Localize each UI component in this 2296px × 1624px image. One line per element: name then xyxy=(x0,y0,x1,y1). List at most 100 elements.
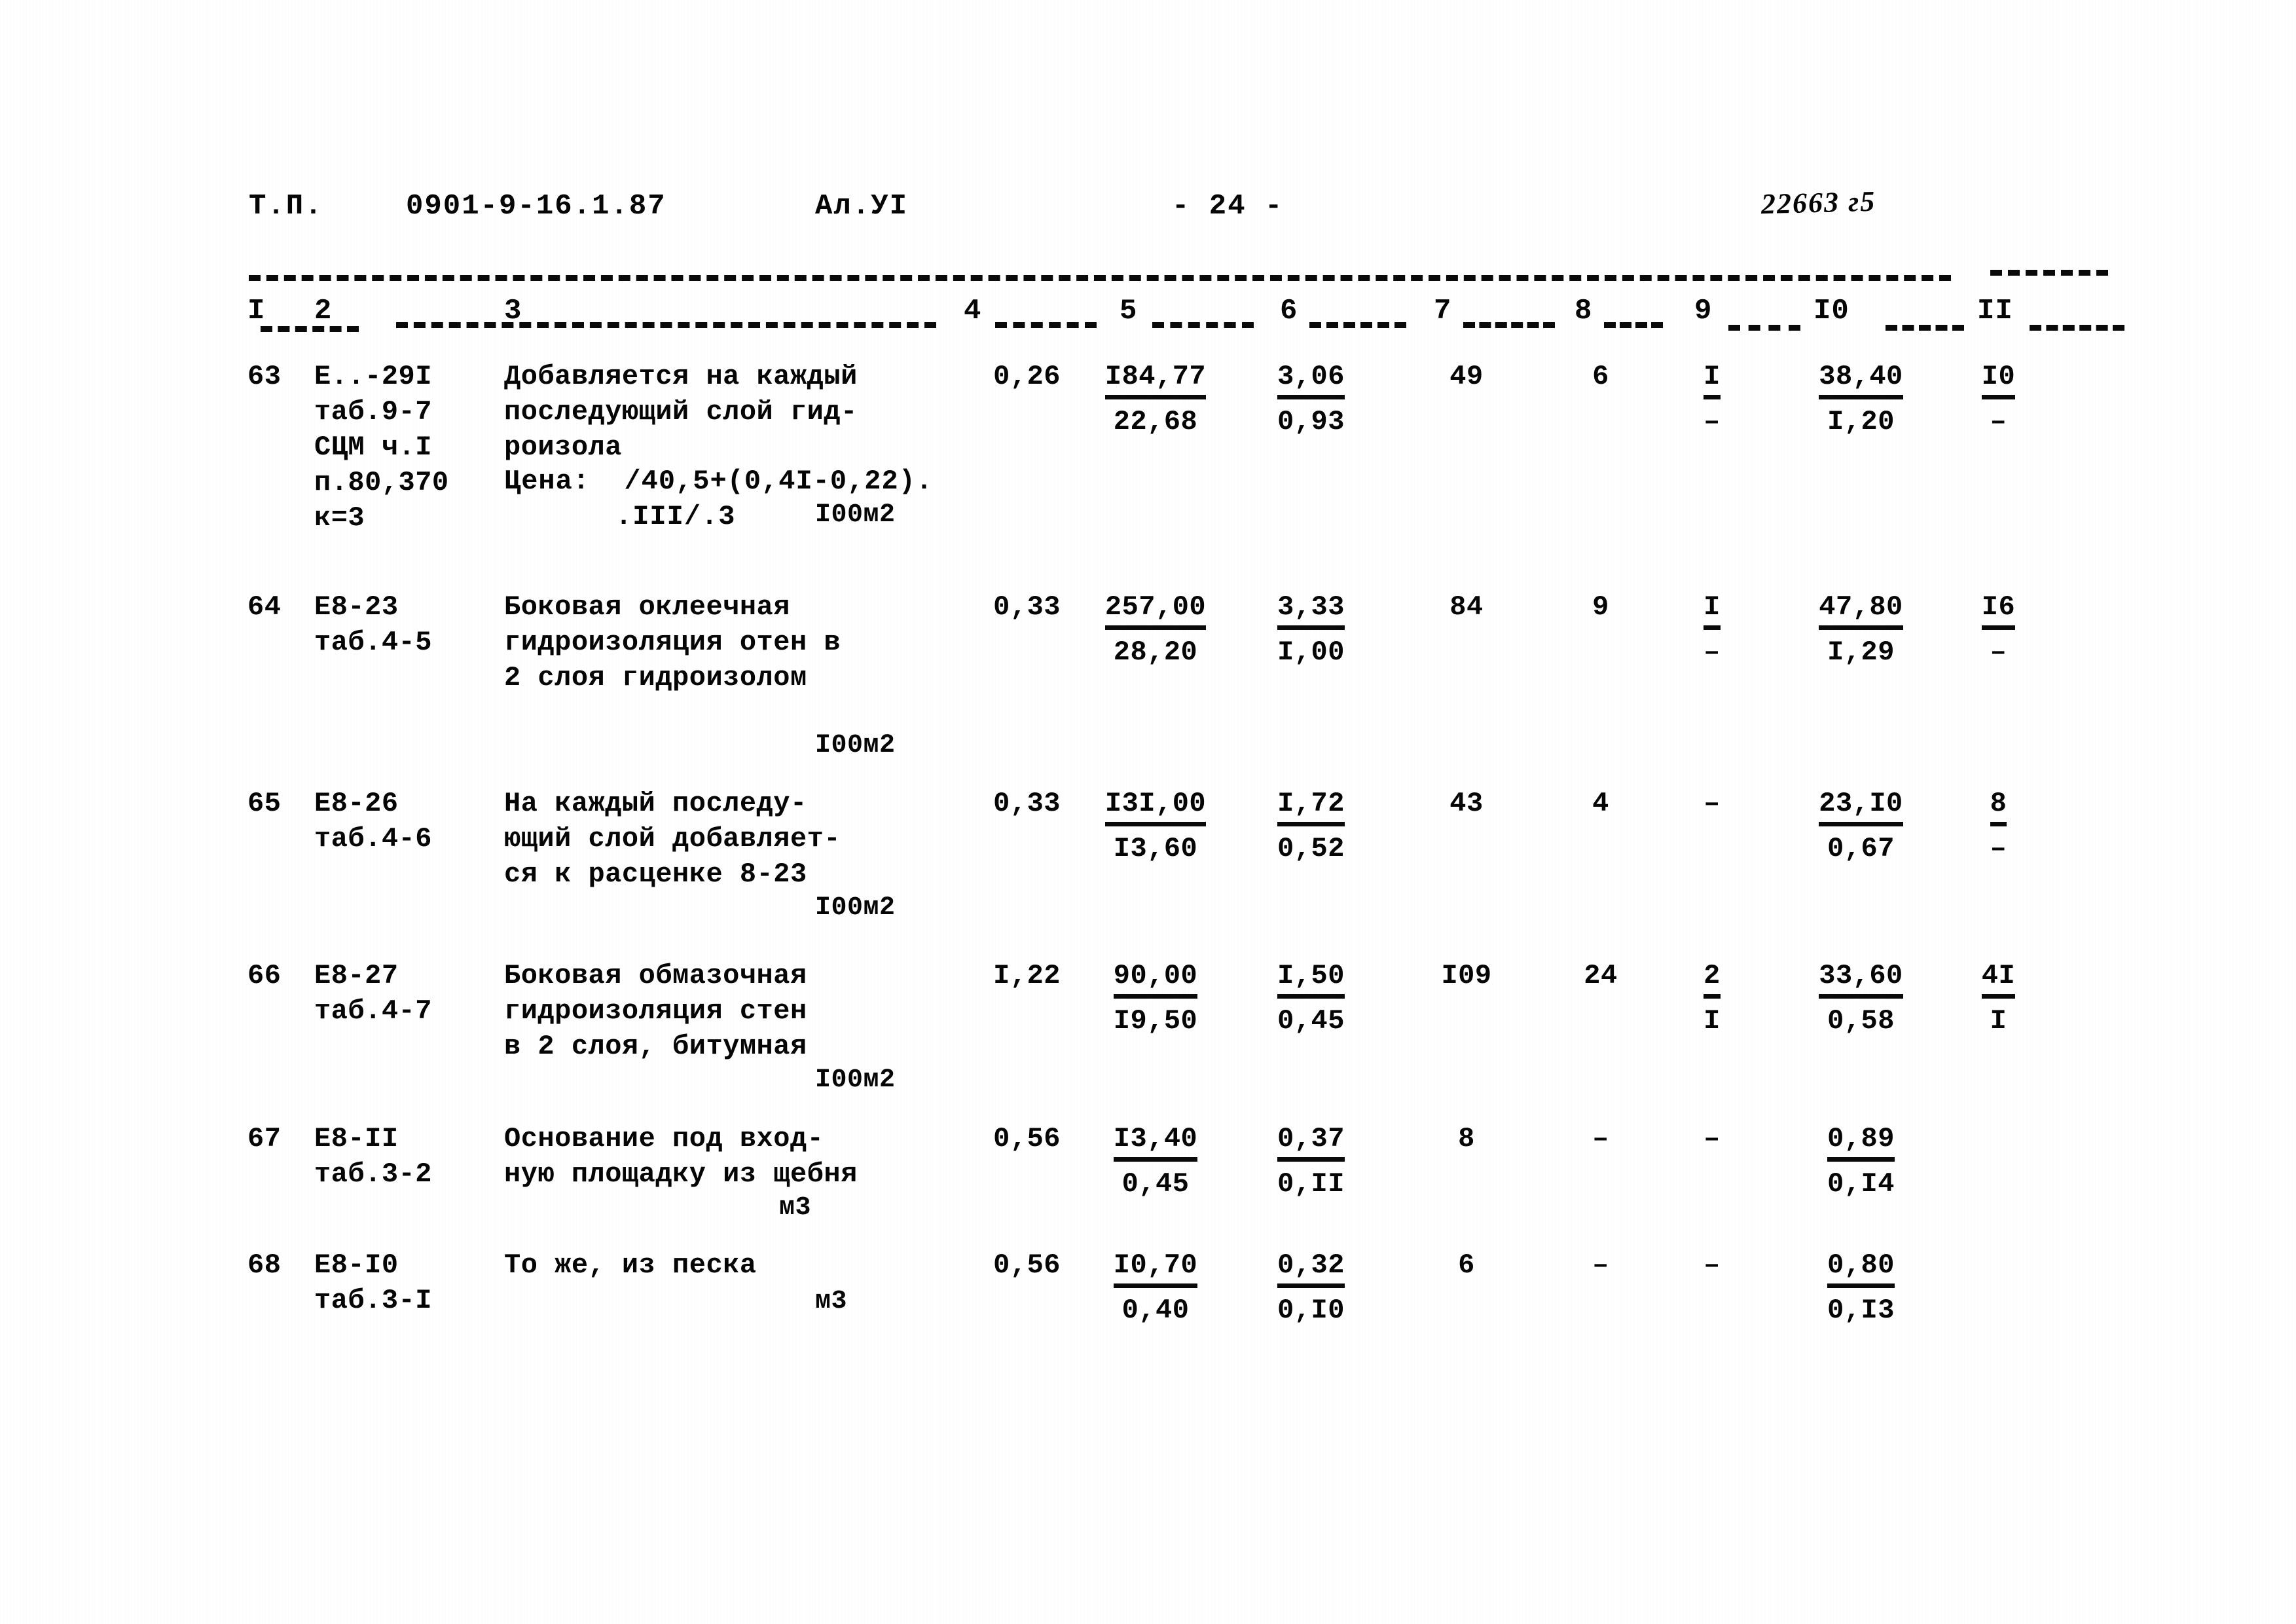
column-number-9: 9 xyxy=(1694,295,1713,327)
header-rule-segment xyxy=(995,322,1097,328)
row-col11 xyxy=(1964,1247,2033,1287)
column-number-2: 2 xyxy=(314,295,333,327)
table-top-rule-tail xyxy=(1990,270,2108,276)
row-col10: 33,60 0,58 xyxy=(1794,958,1928,1039)
row-description: Основание под вход- ную площадку из щебн… xyxy=(504,1123,858,1190)
row-col8: 24 xyxy=(1584,960,1618,991)
row-col8: 6 xyxy=(1592,361,1609,392)
row-description: Добавляется на каждый последующий слой г… xyxy=(504,361,858,463)
column-number-3: 3 xyxy=(504,295,522,327)
row-description: То же, из песка xyxy=(504,1249,757,1281)
row-unit: м3 xyxy=(779,1193,812,1223)
column-number-1: I xyxy=(247,295,266,327)
row-col7: I09 xyxy=(1441,960,1492,991)
row-col10: 23,I0 0,67 xyxy=(1794,786,1928,866)
row-col6: 0,32 0,I0 xyxy=(1254,1247,1368,1328)
row-col8: 4 xyxy=(1592,788,1609,819)
column-number-11: II xyxy=(1977,295,2013,327)
row-index: 64 xyxy=(247,591,282,623)
row-index: 63 xyxy=(247,361,282,392)
row-col5: I84,77 22,68 xyxy=(1087,359,1224,439)
row-col6: 0,37 0,II xyxy=(1254,1121,1368,1202)
row-col4: I,22 xyxy=(993,960,1061,991)
column-number-10: I0 xyxy=(1813,295,1850,327)
row-col5: I3,40 0,45 xyxy=(1087,1121,1224,1202)
row-col11: I0– xyxy=(1964,359,2033,439)
row-col5: 257,00 28,20 xyxy=(1087,589,1224,670)
row-col7: 43 xyxy=(1449,788,1484,819)
archive-stamp: 22663 г5 xyxy=(1760,185,1876,221)
row-col9: I – xyxy=(1689,359,1735,439)
row-code: Е8-27 таб.4-7 xyxy=(314,960,432,1027)
document-type-label: Т.П. xyxy=(249,190,323,223)
row-col11: 8– xyxy=(1964,786,2033,866)
row-code: Е8-23 таб.4-5 xyxy=(314,591,432,658)
row-code: Е8-II таб.3-2 xyxy=(314,1123,432,1190)
page-number: - 24 - xyxy=(1172,190,1284,223)
row-col11: 4I I xyxy=(1964,958,2033,1039)
row-col7: 49 xyxy=(1449,361,1484,392)
row-col9: – xyxy=(1704,788,1721,819)
row-unit: м3 xyxy=(815,1287,848,1316)
table-top-rule xyxy=(249,275,1951,281)
row-col11 xyxy=(1964,1121,2033,1161)
page-header: Т.П. 0901-9-16.1.87 Ал.УI - 24 - 22663 г… xyxy=(0,185,2296,236)
column-number-4: 4 xyxy=(964,295,982,327)
column-number-7: 7 xyxy=(1434,295,1452,327)
row-index: 68 xyxy=(247,1249,282,1281)
row-col7: 6 xyxy=(1458,1249,1475,1281)
row-col5: I0,70 0,40 xyxy=(1087,1247,1224,1328)
row-col8: 9 xyxy=(1592,591,1609,623)
row-unit: I00м2 xyxy=(815,731,896,760)
row-col6: I,72 0,52 xyxy=(1254,786,1368,866)
album-label: Ал.УI xyxy=(815,190,909,223)
row-col4: 0,56 xyxy=(993,1249,1061,1281)
row-description: На каждый последу- ющий слой добавляет- … xyxy=(504,788,841,890)
row-col9: 2I xyxy=(1689,958,1735,1039)
header-rule-segment xyxy=(2030,325,2124,331)
row-code: Е..-29I таб.9-7 СЦМ ч.I п.80,370 к=3 xyxy=(314,361,449,534)
header-rule-segment xyxy=(396,322,936,328)
row-unit: I00м2 xyxy=(815,1065,896,1095)
row-col10: 0,80 0,I3 xyxy=(1794,1247,1928,1328)
column-number-8: 8 xyxy=(1575,295,1593,327)
row-col8: – xyxy=(1592,1249,1609,1281)
row-col7: 84 xyxy=(1449,591,1484,623)
row-index: 66 xyxy=(247,960,282,991)
row-col9: – xyxy=(1704,1123,1721,1154)
row-col6: 3,06 0,93 xyxy=(1254,359,1368,439)
row-col9: I – xyxy=(1689,589,1735,670)
row-code: Е8-I0 таб.3-I xyxy=(314,1249,432,1316)
row-col5: I3I,00 I3,60 xyxy=(1087,786,1224,866)
header-rule-segment xyxy=(1463,322,1555,328)
row-col10: 47,80 I,29 xyxy=(1794,589,1928,670)
row-col4: 0,26 xyxy=(993,361,1061,392)
header-rule-segment xyxy=(1604,322,1663,328)
row-description: Боковая оклеечная гидроизоляция отен в 2… xyxy=(504,591,841,693)
header-rule-segment xyxy=(261,326,359,332)
header-rule-segment xyxy=(1152,322,1254,328)
row-col4: 0,33 xyxy=(993,788,1061,819)
row-col6: I,50 0,45 xyxy=(1254,958,1368,1039)
column-number-6: 6 xyxy=(1280,295,1298,327)
header-rule-segment xyxy=(1728,325,1800,331)
row-col9: – xyxy=(1704,1249,1721,1281)
header-rule-segment xyxy=(1886,325,1964,331)
row-col4: 0,33 xyxy=(993,591,1061,623)
row-description: Боковая обмазочная гидроизоляция стен в … xyxy=(504,960,807,1062)
row-col11: I6– xyxy=(1964,589,2033,670)
document-page: Т.П. 0901-9-16.1.87 Ал.УI - 24 - 22663 г… xyxy=(0,0,2296,1624)
row-col6: 3,33 I,00 xyxy=(1254,589,1368,670)
row-col10: 0,89 0,I4 xyxy=(1794,1121,1928,1202)
row-col8: – xyxy=(1592,1123,1609,1154)
row-unit: I00м2 xyxy=(815,893,896,923)
row-col4: 0,56 xyxy=(993,1123,1061,1154)
column-number-5: 5 xyxy=(1120,295,1138,327)
row-col10: 38,40 I,20 xyxy=(1794,359,1928,439)
row-col5: 90,00 I9,50 xyxy=(1087,958,1224,1039)
project-code: 0901-9-16.1.87 xyxy=(406,190,666,223)
row-index: 67 xyxy=(247,1123,282,1154)
row-col7: 8 xyxy=(1458,1123,1475,1154)
row-code: Е8-26 таб.4-6 xyxy=(314,788,432,855)
row-index: 65 xyxy=(247,788,282,819)
